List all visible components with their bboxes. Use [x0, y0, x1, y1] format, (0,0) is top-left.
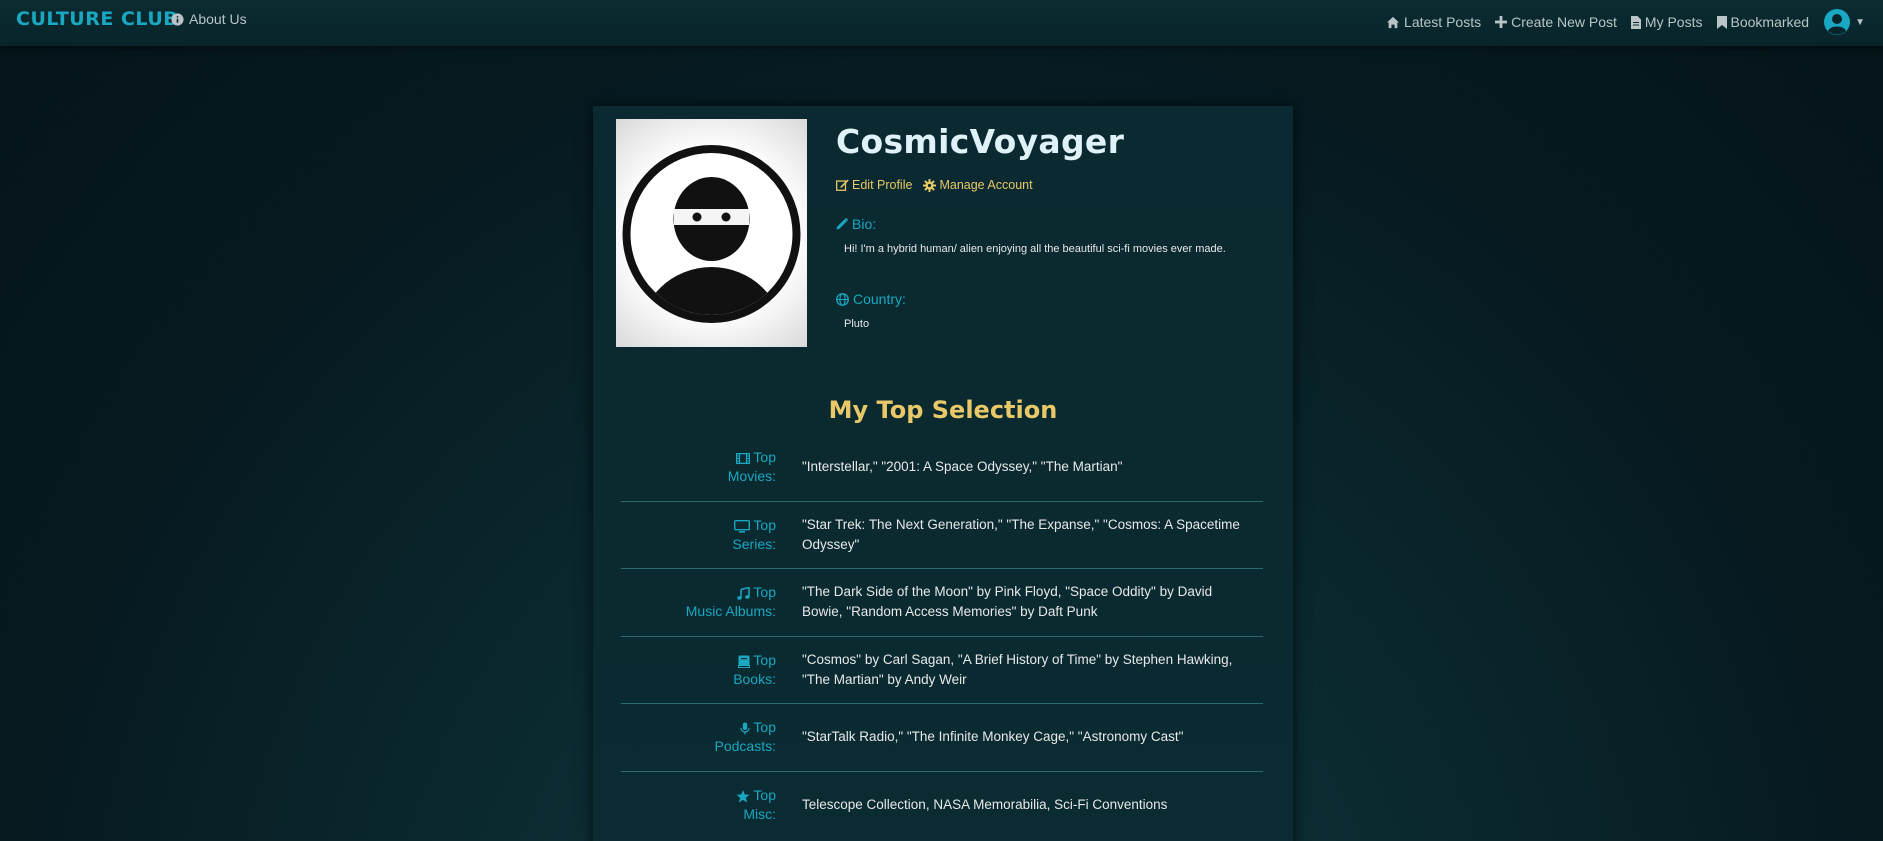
top-value: "StarTalk Radio," "The Infinite Monkey C…: [802, 729, 1184, 745]
profile-username: CosmicVoyager: [836, 122, 1125, 161]
music-icon: [736, 587, 750, 600]
top-selection-title: My Top Selection: [828, 396, 1058, 424]
nav-create-post[interactable]: Create New Post: [1495, 14, 1617, 30]
top-label: Top Misc:: [621, 786, 778, 824]
profile-card: CosmicVoyager Edit Profile Manage Accoun…: [593, 106, 1293, 841]
nav-about-label: About Us: [189, 11, 247, 27]
bio-label: Bio:: [836, 216, 876, 232]
edit-icon: [836, 179, 849, 191]
top-label-a: Top: [753, 584, 776, 601]
user-menu-toggle[interactable]: ▼: [1823, 8, 1865, 36]
brand-logo[interactable]: CULTURE CLUB: [16, 8, 178, 30]
top-label: Top Books:: [621, 651, 778, 689]
bio-text: Hi! I'm a hybrid human/ alien enjoying a…: [844, 243, 1226, 255]
bio-label-text: Bio:: [852, 216, 877, 232]
nav-latest-posts[interactable]: Latest Posts: [1386, 14, 1481, 30]
top-label-b: Misc:: [743, 806, 776, 823]
top-label-b: Movies:: [727, 468, 776, 485]
top-row-music: Top Music Albums: "The Dark Side of the …: [621, 569, 1263, 637]
manage-account-label: Manage Account: [939, 178, 1033, 192]
top-label: Top Movies:: [621, 448, 778, 486]
top-label-b: Music Albums:: [685, 603, 776, 620]
top-label: Top Series:: [621, 516, 778, 554]
top-label-b: Books:: [733, 670, 776, 687]
top-value: Telescope Collection, NASA Memorabilia, …: [802, 797, 1168, 813]
navbar: CULTURE CLUB About Us Latest Posts Creat…: [0, 0, 1883, 46]
bookmark-icon: [1716, 15, 1727, 29]
gear-icon: [923, 178, 937, 192]
microphone-icon: [740, 722, 750, 735]
top-value: "The Dark Side of the Moon" by Pink Floy…: [802, 584, 1213, 620]
country-label: Country:: [836, 291, 906, 307]
top-label-a: Top: [753, 651, 776, 668]
top-row-misc: Top Misc: Telescope Collection, NASA Mem…: [621, 772, 1263, 840]
top-value: "Star Trek: The Next Generation," "The E…: [802, 516, 1240, 552]
edit-profile-label: Edit Profile: [852, 178, 913, 192]
top-label-a: Top: [753, 449, 776, 466]
top-label: Top Podcasts:: [621, 718, 778, 756]
profile-avatar: [616, 119, 807, 347]
home-icon: [1386, 16, 1400, 29]
globe-icon: [836, 292, 849, 306]
top-value: "Interstellar," "2001: A Space Odyssey,"…: [802, 459, 1123, 475]
edit-profile-link[interactable]: Edit Profile: [836, 178, 912, 192]
nav-my-posts-label: My Posts: [1644, 14, 1703, 30]
nav-latest-posts-label: Latest Posts: [1404, 14, 1482, 30]
country-label-text: Country:: [853, 291, 906, 307]
star-icon: [736, 790, 750, 803]
top-label-a: Top: [753, 787, 776, 804]
tv-icon: [733, 519, 750, 533]
top-label-b: Series:: [732, 535, 776, 552]
user-avatar-icon: [1823, 8, 1851, 36]
nav-right-menu: Latest Posts Create New Post My Posts Bo…: [1386, 7, 1865, 37]
top-label-b: Podcasts:: [714, 738, 776, 755]
top-row-series: Top Series: "Star Trek: The Next Generat…: [621, 502, 1263, 569]
nav-about-link[interactable]: About Us: [171, 11, 247, 27]
nav-create-post-label: Create New Post: [1511, 14, 1617, 30]
top-label-a: Top: [753, 516, 776, 533]
top-selection-list: Top Movies: "Interstellar," "2001: A Spa…: [621, 434, 1263, 839]
top-value: "Cosmos" by Carl Sagan, "A Brief History…: [802, 651, 1233, 687]
country-value: Pluto: [844, 318, 870, 330]
pencil-icon: [836, 218, 848, 230]
manage-account-link[interactable]: Manage Account: [923, 178, 1033, 192]
top-label: Top Music Albums:: [621, 583, 778, 621]
info-icon: [171, 12, 184, 26]
nav-my-posts[interactable]: My Posts: [1630, 14, 1703, 30]
top-row-movies: Top Movies: "Interstellar," "2001: A Spa…: [621, 434, 1263, 502]
plus-icon: [1495, 16, 1508, 28]
top-label-a: Top: [753, 719, 776, 736]
nav-bookmarked[interactable]: Bookmarked: [1716, 14, 1810, 30]
top-row-podcasts: Top Podcasts: "StarTalk Radio," "The Inf…: [621, 704, 1263, 772]
film-icon: [735, 453, 750, 465]
book-icon: [737, 655, 750, 668]
file-icon: [1630, 15, 1641, 29]
profile-actions: Edit Profile Manage Account: [836, 178, 1033, 192]
top-row-books: Top Books: "Cosmos" by Carl Sagan, "A Br…: [621, 637, 1263, 704]
chevron-down-icon: ▼: [1855, 16, 1865, 28]
nav-bookmarked-label: Bookmarked: [1730, 14, 1810, 30]
